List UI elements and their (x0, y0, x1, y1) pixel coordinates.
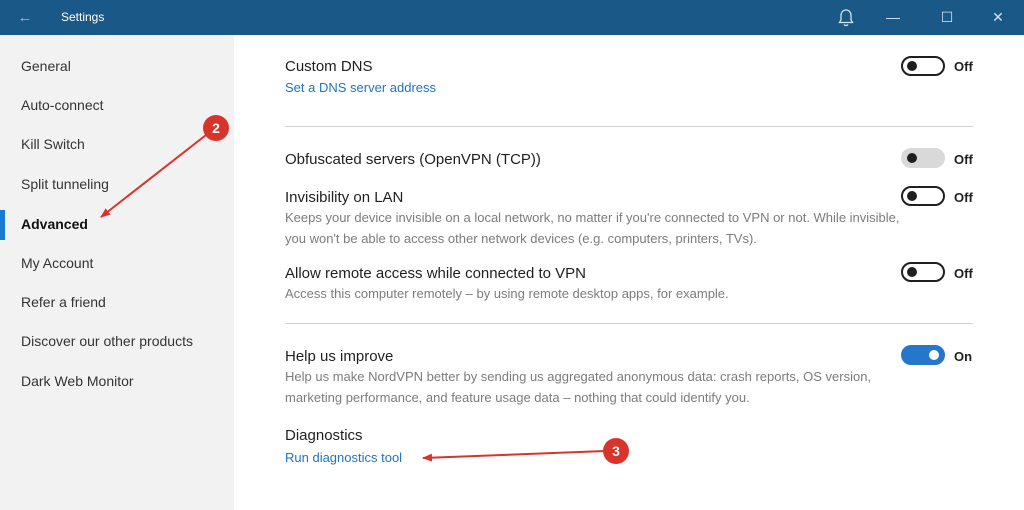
invisibility-lan-title: Invisibility on LAN (285, 189, 404, 206)
sidebar-item-label: Split tunneling (21, 176, 109, 192)
sidebar-item-label: General (21, 58, 71, 74)
toggle-knob (907, 61, 917, 71)
sidebar-item-label: My Account (21, 255, 94, 271)
toggle-knob (929, 350, 939, 360)
back-arrow-icon[interactable]: ← (12, 8, 38, 28)
remote-access-description: Access this computer remotely – by using… (285, 286, 729, 301)
help-improve-state: On (954, 349, 973, 364)
invisibility-lan-description: Keeps your device invisible on a local n… (285, 207, 985, 249)
section-divider (285, 323, 973, 324)
description-line: marketing performance, and feature usage… (285, 390, 750, 405)
help-improve-toggle[interactable] (901, 345, 945, 365)
sidebar-item-label: Advanced (21, 216, 88, 232)
obfuscated-servers-state: Off (954, 152, 973, 167)
invisibility-lan-state: Off (954, 190, 973, 205)
title-bar: ← Settings — ☐ ✕ (0, 0, 1024, 35)
maximize-button[interactable]: ☐ (924, 0, 970, 35)
remote-access-state: Off (954, 266, 973, 281)
sidebar-item-label: Auto-connect (21, 97, 104, 113)
help-improve-title: Help us improve (285, 348, 394, 365)
custom-dns-state: Off (954, 59, 973, 74)
sidebar-item-discover-products[interactable]: Discover our other products (0, 324, 234, 360)
set-dns-server-link[interactable]: Set a DNS server address (285, 80, 436, 95)
description-line: you won't be able to access other networ… (285, 231, 757, 246)
obfuscated-servers-title: Obfuscated servers (OpenVPN (TCP)) (285, 151, 541, 168)
active-indicator (0, 210, 5, 240)
section-divider (285, 126, 973, 127)
description-line: Help us make NordVPN better by sending u… (285, 369, 872, 384)
advanced-settings-panel: Custom DNS Set a DNS server address Off … (234, 35, 1024, 510)
remote-access-toggle[interactable] (901, 262, 945, 282)
run-diagnostics-link[interactable]: Run diagnostics tool (285, 450, 402, 465)
sidebar-item-label: Refer a friend (21, 294, 106, 310)
sidebar-item-advanced[interactable]: Advanced (0, 207, 234, 243)
sidebar-item-my-account[interactable]: My Account (0, 246, 234, 282)
custom-dns-title: Custom DNS (285, 58, 373, 75)
sidebar-item-refer-a-friend[interactable]: Refer a friend (0, 285, 234, 321)
sidebar-item-auto-connect[interactable]: Auto-connect (0, 88, 234, 124)
sidebar-item-kill-switch[interactable]: Kill Switch (0, 127, 234, 163)
window-title: Settings (61, 10, 105, 24)
remote-access-title: Allow remote access while connected to V… (285, 265, 586, 282)
bell-icon[interactable] (833, 6, 859, 30)
sidebar-item-dark-web-monitor[interactable]: Dark Web Monitor (0, 364, 234, 400)
minimize-button[interactable]: — (870, 0, 916, 35)
close-button[interactable]: ✕ (975, 0, 1021, 35)
sidebar-item-label: Dark Web Monitor (21, 373, 134, 389)
help-improve-description: Help us make NordVPN better by sending u… (285, 366, 985, 408)
sidebar-item-label: Discover our other products (21, 333, 193, 349)
description-line: Keeps your device invisible on a local n… (285, 210, 900, 225)
invisibility-lan-toggle[interactable] (901, 186, 945, 206)
sidebar-item-label: Kill Switch (21, 136, 85, 152)
toggle-knob (907, 267, 917, 277)
sidebar-item-split-tunneling[interactable]: Split tunneling (0, 167, 234, 203)
obfuscated-servers-toggle (901, 148, 945, 168)
diagnostics-title: Diagnostics (285, 427, 363, 444)
toggle-knob (907, 153, 917, 163)
sidebar: General Auto-connect Kill Switch Split t… (0, 35, 234, 510)
toggle-knob (907, 191, 917, 201)
sidebar-item-general[interactable]: General (0, 49, 234, 85)
custom-dns-toggle[interactable] (901, 56, 945, 76)
